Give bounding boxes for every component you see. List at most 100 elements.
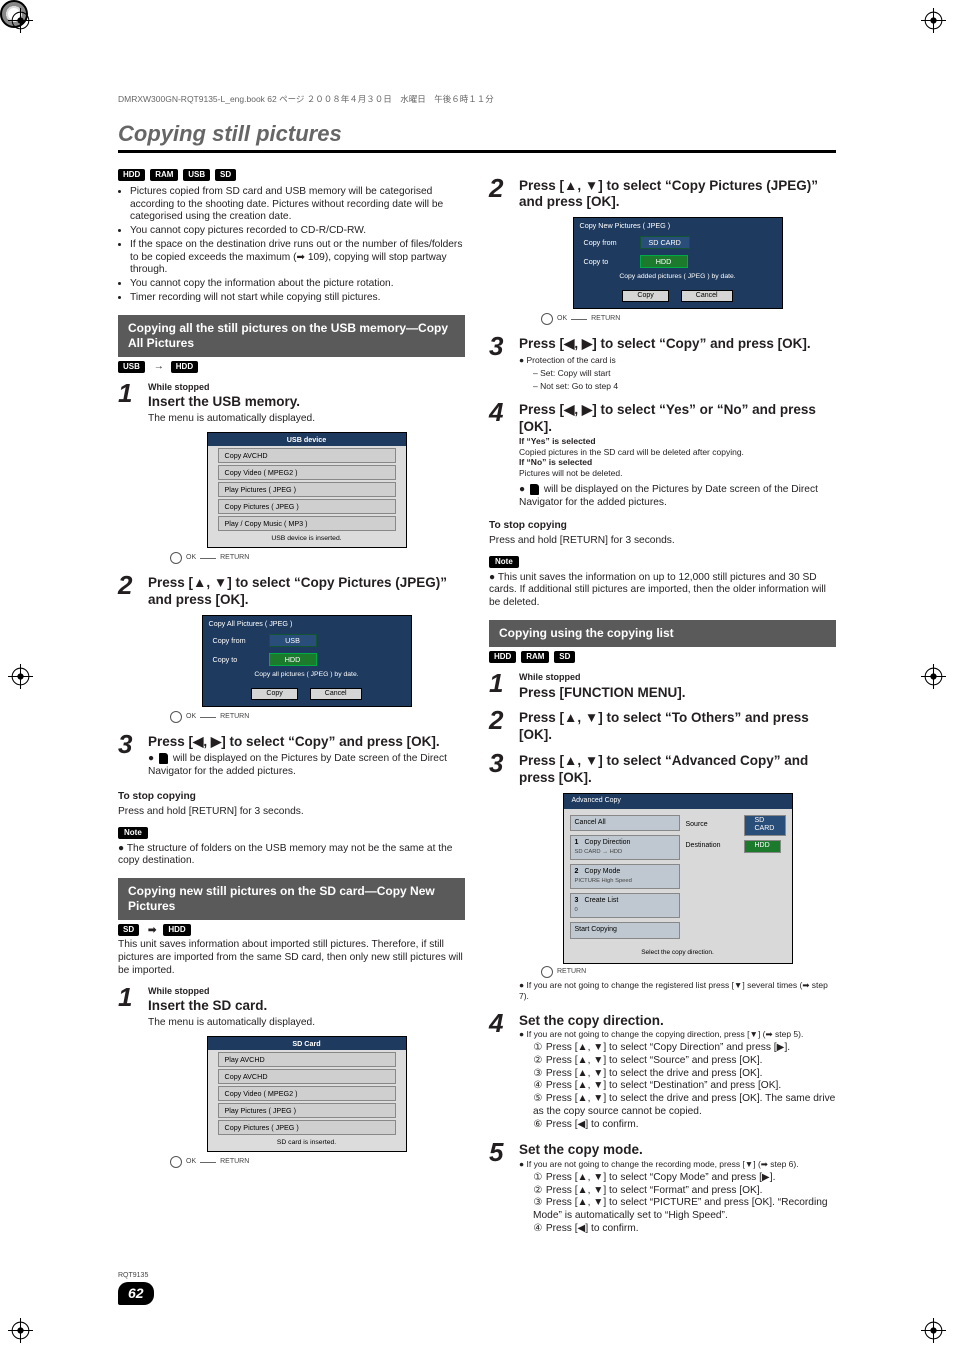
step-heading: Set the copy mode.	[519, 1142, 836, 1159]
page-title: Copying still pictures	[118, 120, 836, 148]
ui-menu-item: Copy Pictures ( JPEG )	[218, 499, 396, 514]
list-item: Pictures copied from SD card and USB mem…	[130, 186, 465, 224]
step-number: 1	[118, 986, 140, 1170]
ui-title: Copy New Pictures ( JPEG )	[574, 218, 782, 233]
badge-usb: USB	[183, 169, 210, 181]
badge-sd: SD	[554, 651, 575, 663]
step-heading: Press [▲, ▼] to select “Copy Pictures (J…	[148, 575, 465, 609]
list-item: ④ Press [▲, ▼] to select “Destination” a…	[533, 1080, 836, 1093]
crop-mark-icon	[921, 1318, 946, 1343]
ui-footer: OKRETURN	[170, 711, 465, 723]
ui-menu-item: Copy Video ( MPEG2 )	[218, 465, 396, 480]
note-text: ● This unit saves the information on up …	[489, 572, 836, 610]
ui-menu-item: Copy Video ( MPEG2 )	[218, 1086, 396, 1101]
sub-body: Pictures will not be deleted.	[519, 468, 836, 479]
sd-card-icon	[530, 484, 539, 495]
list-item: ④ Press [◀] to confirm.	[533, 1223, 836, 1236]
step-heading: Press [◀, ▶] to select “Copy” and press …	[148, 734, 465, 751]
badge-hdd: HDD	[489, 651, 516, 663]
stop-heading: To stop copying	[118, 791, 465, 804]
ui-label: Destination	[686, 842, 738, 851]
ui-title: Copy All Pictures ( JPEG )	[203, 616, 411, 631]
ui-title: SD Card	[208, 1037, 406, 1050]
crop-mark-icon	[921, 664, 946, 689]
step-lead: While stopped	[519, 672, 836, 683]
ui-label: Copy to	[584, 257, 634, 266]
list-item: ① Press [▲, ▼] to select “Copy Mode” and…	[533, 1172, 836, 1185]
step-number: 3	[489, 335, 511, 393]
step-subtext: The menu is automatically displayed.	[148, 413, 465, 426]
rqt-code: RQT9135	[118, 1272, 154, 1281]
step-3r: 3 Press [◀, ▶] to select “Copy” and pres…	[489, 335, 836, 393]
ui-row: 2Copy ModePICTURE High Speed	[570, 864, 680, 889]
arrow-icon: ➡	[148, 925, 157, 938]
step-lead: While stopped	[148, 382, 465, 393]
note-badge: Note	[489, 556, 519, 568]
ui-copy-new-pictures: Copy New Pictures ( JPEG ) Copy fromSD C…	[573, 217, 783, 309]
step-text: – Not set: Go to step 4	[533, 381, 836, 392]
step-note: ● will be displayed on the Pictures by D…	[148, 753, 465, 779]
list-item: ① Press [▲, ▼] to select “Copy Direction…	[533, 1042, 836, 1055]
ui-menu-item: Play Pictures ( JPEG )	[218, 482, 396, 497]
step-c4: 4 Set the copy direction. ● If you are n…	[489, 1012, 836, 1134]
media-badges: HDD RAM USB SD	[118, 169, 465, 182]
right-column: 2 Press [▲, ▼] to select “Copy Pictures …	[489, 169, 836, 1242]
step-number: 3	[118, 733, 140, 781]
step-c1: 1While stoppedPress [FUNCTION MENU].	[489, 672, 836, 701]
step-text: ● Protection of the card is	[519, 355, 836, 366]
badge-ram: RAM	[150, 169, 178, 181]
step-c3: 3Press [▲, ▼] to select “Advanced Copy” …	[489, 752, 836, 1003]
after-ui-text: ● If you are not going to change the reg…	[519, 980, 836, 1001]
ok-ring-icon	[541, 313, 553, 325]
note-text: ● The structure of folders on the USB me…	[118, 843, 465, 869]
stop-body: Press and hold [RETURN] for 3 seconds.	[489, 535, 836, 548]
step-c5: 5 Set the copy mode. ● If you are not go…	[489, 1141, 836, 1237]
list-item: ⑥ Press [◀] to confirm.	[533, 1119, 836, 1132]
step-1b: 1 While stopped Insert the SD card. The …	[118, 986, 465, 1170]
step-intro: ● If you are not going to change the cop…	[519, 1029, 836, 1040]
step-heading: Press [▲, ▼] to select “Advanced Copy” a…	[519, 753, 836, 787]
ui-title: Advanced Copy	[564, 794, 792, 809]
step-2: 2 Press [▲, ▼] to select “Copy Pictures …	[118, 574, 465, 725]
section-intro: This unit saves information about import…	[118, 939, 465, 977]
ui-menu-item: Play Pictures ( JPEG )	[218, 1103, 396, 1118]
crop-mark-icon	[8, 1318, 33, 1343]
ui-menu-item: Copy Pictures ( JPEG )	[218, 1120, 396, 1135]
ui-label: Source	[686, 821, 738, 830]
ui-message: USB device is inserted.	[208, 533, 406, 547]
ui-cancel-button: Cancel	[310, 688, 362, 701]
ui-label: Copy from	[213, 636, 263, 645]
arrow-icon: →	[154, 361, 164, 374]
ui-value: SD CARD	[744, 815, 786, 837]
step-4r: 4 Press [◀, ▶] to select “Yes” or “No” a…	[489, 401, 836, 512]
step-number: 3	[489, 752, 511, 1003]
badge-hdd: HDD	[163, 924, 190, 936]
step-subtext: The menu is automatically displayed.	[148, 1017, 465, 1030]
list-item: You cannot copy pictures recorded to CD-…	[130, 225, 465, 238]
ui-footer: OKRETURN	[541, 313, 836, 325]
ui-footer: RETURN	[541, 966, 836, 978]
ui-message: Copy added pictures ( JPEG ) by date.	[574, 271, 782, 285]
ui-copy-all-pictures: Copy All Pictures ( JPEG ) Copy fromUSB …	[202, 615, 412, 707]
step-heading: Press [◀, ▶] to select “Copy” and press …	[519, 336, 836, 353]
list-item: Timer recording will not start while cop…	[130, 292, 465, 305]
section-heading-copy-new: Copying new still pictures on the SD car…	[118, 878, 465, 920]
step-3: 3 Press [◀, ▶] to select “Copy” and pres…	[118, 733, 465, 781]
step-c2: 2Press [▲, ▼] to select “To Others” and …	[489, 709, 836, 744]
list-item: ② Press [▲, ▼] to select “Format” and pr…	[533, 1185, 836, 1198]
badge-ram: RAM	[521, 651, 549, 663]
step-intro: ● If you are not going to change the rec…	[519, 1159, 836, 1170]
ui-value: USB	[269, 634, 317, 647]
intro-bullets: Pictures copied from SD card and USB mem…	[118, 186, 465, 305]
ui-label: Copy to	[213, 655, 263, 664]
ui-usb-device: USB device Copy AVCHD Copy Video ( MPEG2…	[207, 432, 407, 548]
step-1: 1 While stopped Insert the USB memory. T…	[118, 382, 465, 566]
list-item: ③ Press [▲, ▼] to select “PICTURE” and p…	[533, 1197, 836, 1223]
sub-body: Copied pictures in the SD card will be d…	[519, 447, 836, 458]
list-item: You cannot copy the information about th…	[130, 278, 465, 291]
ui-menu-item: Play / Copy Music ( MP3 )	[218, 516, 396, 531]
list-item: If the space on the destination drive ru…	[130, 239, 465, 277]
path-row: SD ➡ HDD	[118, 924, 465, 937]
stop-heading: To stop copying	[489, 520, 836, 533]
ui-message: SD card is inserted.	[208, 1137, 406, 1151]
